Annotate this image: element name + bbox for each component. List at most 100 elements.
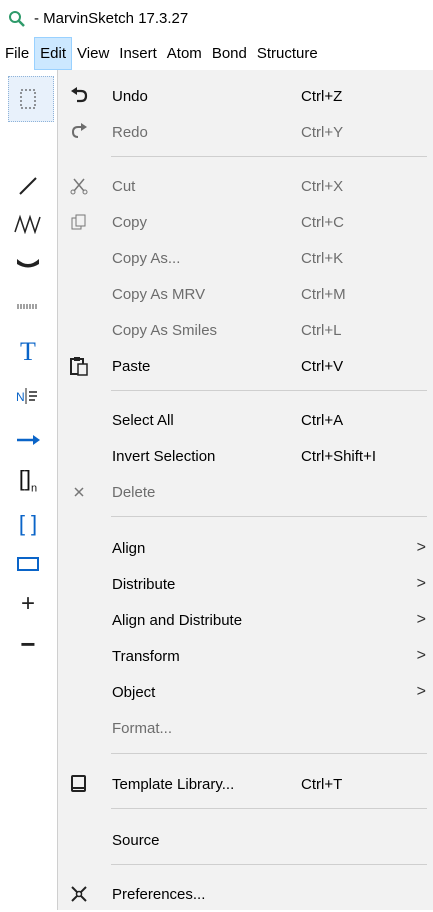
menu-item-align-and-distribute[interactable]: Align and Distribute >	[58, 602, 433, 638]
menu-item-copy-as-mrv[interactable]: Copy As MRV Ctrl+M	[58, 276, 433, 312]
cut-icon	[63, 170, 95, 202]
menu-separator	[111, 864, 427, 865]
preferences-icon	[63, 878, 95, 910]
menu-item-copy-as-smiles[interactable]: Copy As Smiles Ctrl+L	[58, 312, 433, 348]
title-bar: - MarvinSketch 17.3.27	[0, 0, 433, 37]
delete-icon	[63, 476, 95, 508]
distribute-label: Distribute	[112, 575, 176, 593]
invert-selection-shortcut: Ctrl+Shift+I	[301, 447, 377, 465]
menu-item-cut[interactable]: Cut Ctrl+X	[58, 168, 433, 204]
copy-as-label: Copy As...	[112, 249, 181, 267]
menu-bond[interactable]: Bond	[207, 37, 252, 70]
cut-label: Cut	[112, 177, 136, 195]
preferences-label: Preferences...	[112, 885, 206, 903]
single-bond-tool[interactable]	[0, 166, 56, 206]
menu-item-transform[interactable]: Transform >	[58, 638, 433, 674]
plus-tool[interactable]: +	[0, 584, 56, 624]
bracket-n-tool[interactable]: []n	[0, 460, 56, 500]
menu-item-select-all[interactable]: Select All Ctrl+A	[58, 402, 433, 438]
menu-item-invert-selection[interactable]: Invert Selection Ctrl+Shift+I	[58, 438, 433, 474]
align-label: Align	[112, 539, 146, 557]
menu-item-undo[interactable]: Undo Ctrl+Z	[58, 78, 433, 114]
submenu-arrow: >	[416, 575, 426, 592]
menu-atom[interactable]: Atom	[162, 37, 207, 70]
copy-as-mrv-label: Copy As MRV	[112, 285, 206, 303]
redo-icon	[63, 116, 95, 148]
submenu-arrow: >	[416, 611, 426, 628]
bold-bond-tool[interactable]	[0, 242, 56, 282]
menu-separator	[111, 390, 427, 391]
menu-bar: File Edit View Insert Atom Bond Structur…	[0, 37, 433, 70]
rectangle-tool[interactable]	[0, 544, 56, 584]
menu-separator	[111, 156, 427, 157]
template-library-icon	[63, 768, 95, 800]
left-toolbar: T N []n [ ] + −	[0, 70, 56, 910]
menu-separator	[111, 808, 427, 809]
invert-selection-label: Invert Selection	[112, 447, 216, 465]
chain-tool[interactable]	[0, 204, 56, 244]
selection-tool-icon	[19, 88, 39, 110]
paste-label: Paste	[112, 357, 151, 375]
menu-file[interactable]: File	[0, 37, 34, 70]
edit-menu-dropdown: Undo Ctrl+Z Redo Ctrl+Y Cut Ctrl+X Copy …	[57, 70, 433, 910]
text-tool-label: T	[20, 337, 36, 366]
hashed-bond-tool[interactable]	[0, 286, 56, 326]
bracket-tool[interactable]: [ ]	[0, 504, 56, 544]
undo-icon	[63, 80, 95, 112]
object-label: Object	[112, 683, 156, 701]
copy-shortcut: Ctrl+C	[301, 213, 344, 231]
menu-item-object[interactable]: Object >	[58, 674, 433, 710]
template-library-shortcut: Ctrl+T	[301, 775, 343, 793]
menu-item-paste[interactable]: Paste Ctrl+V	[58, 348, 433, 384]
submenu-arrow: >	[416, 683, 426, 700]
menu-insert[interactable]: Insert	[114, 37, 162, 70]
text-tool[interactable]: T	[0, 332, 56, 372]
redo-label: Redo	[112, 123, 148, 141]
menu-view[interactable]: View	[72, 37, 114, 70]
undo-shortcut: Ctrl+Z	[301, 87, 343, 105]
transform-label: Transform	[112, 647, 180, 665]
menu-item-format[interactable]: Format...	[58, 710, 433, 746]
menu-separator	[111, 516, 427, 517]
bracket-label: [ ]	[18, 511, 38, 536]
menu-structure[interactable]: Structure	[252, 37, 323, 70]
cut-shortcut: Ctrl+X	[301, 177, 344, 195]
paste-icon	[63, 350, 95, 382]
menu-item-redo[interactable]: Redo Ctrl+Y	[58, 114, 433, 150]
redo-shortcut: Ctrl+Y	[301, 123, 344, 141]
menu-edit[interactable]: Edit	[34, 37, 73, 70]
source-label: Source	[112, 831, 160, 849]
select-all-label: Select All	[112, 411, 174, 429]
minus-tool[interactable]: −	[0, 624, 56, 664]
menu-item-template-library[interactable]: Template Library... Ctrl+T	[58, 766, 433, 802]
submenu-arrow: >	[416, 539, 426, 556]
selection-tool-button[interactable]	[8, 76, 54, 122]
undo-label: Undo	[112, 87, 148, 105]
menu-item-delete[interactable]: Delete	[58, 474, 433, 510]
menu-item-source[interactable]: Source	[58, 822, 433, 858]
copy-label: Copy	[112, 213, 148, 231]
bracket-n-label: []	[18, 465, 32, 491]
copy-as-smiles-shortcut: Ctrl+L	[301, 321, 342, 339]
menu-item-copy-as[interactable]: Copy As... Ctrl+K	[58, 240, 433, 276]
menu-item-preferences[interactable]: Preferences...	[58, 876, 433, 912]
copy-as-smiles-label: Copy As Smiles	[112, 321, 218, 339]
paste-shortcut: Ctrl+V	[301, 357, 344, 375]
window-title: - MarvinSketch 17.3.27	[34, 10, 189, 27]
delete-label: Delete	[112, 483, 156, 501]
bracket-n-subscript: n	[31, 482, 38, 495]
copy-as-mrv-shortcut: Ctrl+M	[301, 285, 346, 303]
reaction-arrow-tool[interactable]	[0, 420, 56, 460]
menu-item-copy[interactable]: Copy Ctrl+C	[58, 204, 433, 240]
copy-icon	[63, 206, 95, 238]
format-label: Format...	[112, 719, 173, 737]
plus-label: +	[20, 590, 35, 617]
menu-item-align[interactable]: Align >	[58, 530, 433, 566]
select-all-shortcut: Ctrl+A	[301, 411, 344, 429]
align-and-distribute-label: Align and Distribute	[112, 611, 243, 629]
menu-item-distribute[interactable]: Distribute >	[58, 566, 433, 602]
minus-label: −	[20, 628, 36, 659]
svg-text:N: N	[16, 390, 25, 404]
atom-list-tool[interactable]: N	[0, 376, 56, 416]
marvin-app-icon	[6, 8, 28, 30]
